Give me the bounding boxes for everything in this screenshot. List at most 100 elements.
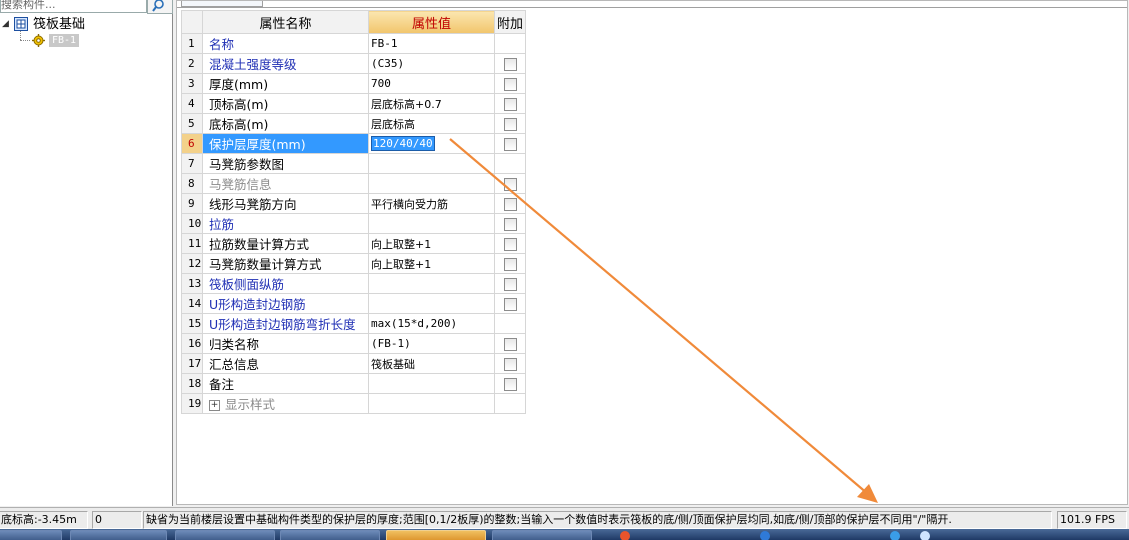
- header-attach[interactable]: 附加: [494, 10, 526, 34]
- table-row[interactable]: 17 汇总信息 筏板基础: [181, 353, 526, 374]
- table-row[interactable]: 16 归类名称 (FB-1): [181, 333, 526, 354]
- status-hint: 缺省为当前楼层设置中基础构件类型的保护层的厚度;范围[0,1/2板厚)的整数;当…: [143, 511, 1052, 529]
- property-value[interactable]: (FB-1): [368, 333, 495, 354]
- property-value-editor[interactable]: 120/40/40: [368, 133, 495, 154]
- property-name: 马凳筋信息: [202, 173, 369, 194]
- taskbar-button[interactable]: [280, 530, 380, 540]
- expand-plus-icon[interactable]: +: [209, 400, 220, 411]
- property-name: 厚度(mm): [202, 73, 369, 94]
- attach-cell: [494, 253, 526, 274]
- row-number: 10: [181, 213, 203, 234]
- tree-item-fb-1[interactable]: FB-1: [49, 34, 80, 47]
- property-name: 拉筋: [202, 213, 369, 234]
- attach-cell: [494, 313, 526, 334]
- tray-app-icon[interactable]: [920, 531, 930, 540]
- table-row[interactable]: 14 U形构造封边钢筋: [181, 293, 526, 314]
- property-value[interactable]: (C35): [368, 53, 495, 74]
- taskbar-button-active[interactable]: [386, 530, 486, 540]
- attach-checkbox[interactable]: [503, 77, 517, 91]
- attach-cell: [494, 33, 526, 54]
- table-row[interactable]: 10 拉筋: [181, 213, 526, 234]
- tray-app-icon[interactable]: [620, 531, 630, 540]
- table-row[interactable]: 7 马凳筋参数图: [181, 153, 526, 174]
- taskbar-button[interactable]: [492, 530, 592, 540]
- status-value: 0: [92, 511, 142, 529]
- table-row[interactable]: 19 + 显示样式: [181, 393, 526, 414]
- table-row[interactable]: 4 顶标高(m) 层底标高+0.7: [181, 93, 526, 114]
- property-value[interactable]: [368, 293, 495, 314]
- tray-app-icon[interactable]: [760, 531, 770, 540]
- property-value[interactable]: 向上取整+1: [368, 253, 495, 274]
- property-value[interactable]: [368, 173, 495, 194]
- property-value[interactable]: 层底标高: [368, 113, 495, 134]
- table-row[interactable]: 9 线形马凳筋方向 平行横向受力筋: [181, 193, 526, 214]
- table-row[interactable]: 13 筏板侧面纵筋: [181, 273, 526, 294]
- property-name: + 显示样式: [202, 393, 369, 414]
- tree-connector-line: [20, 40, 30, 42]
- component-search-input[interactable]: 搜索构件...: [0, 0, 147, 13]
- header-property-name[interactable]: 属性名称: [202, 10, 369, 34]
- property-name: U形构造封边钢筋: [202, 293, 369, 314]
- property-value[interactable]: [368, 393, 495, 414]
- table-row[interactable]: 8 马凳筋信息: [181, 173, 526, 194]
- attach-checkbox[interactable]: [503, 117, 517, 131]
- tray-app-icon[interactable]: [890, 531, 900, 540]
- property-value[interactable]: 筏板基础: [368, 353, 495, 374]
- attach-checkbox[interactable]: [503, 297, 517, 311]
- table-row[interactable]: 11 拉筋数量计算方式 向上取整+1: [181, 233, 526, 254]
- table-row[interactable]: 2 混凝土强度等级 (C35): [181, 53, 526, 74]
- selected-value-text[interactable]: 120/40/40: [371, 136, 435, 151]
- tab-properties[interactable]: [181, 1, 263, 7]
- attach-cell: [494, 193, 526, 214]
- tree-root-raft-foundation[interactable]: 筏板基础: [33, 17, 85, 32]
- property-value[interactable]: [368, 273, 495, 294]
- attach-checkbox[interactable]: [503, 357, 517, 371]
- row-number: 4: [181, 93, 203, 114]
- taskbar-button[interactable]: [70, 530, 167, 540]
- row-number: 18: [181, 373, 203, 394]
- attach-checkbox[interactable]: [503, 57, 517, 71]
- property-value[interactable]: 层底标高+0.7: [368, 93, 495, 114]
- table-row[interactable]: 18 备注: [181, 373, 526, 394]
- attach-cell: [494, 213, 526, 234]
- attach-checkbox[interactable]: [503, 377, 517, 391]
- row-number: 9: [181, 193, 203, 214]
- attach-checkbox[interactable]: [503, 177, 517, 191]
- table-row[interactable]: 15 U形构造封边钢筋弯折长度 max(15*d,200): [181, 313, 526, 334]
- attach-checkbox[interactable]: [503, 217, 517, 231]
- tree-collapse-toggle[interactable]: ◢: [2, 19, 12, 29]
- table-row[interactable]: 1 名称 FB-1: [181, 33, 526, 54]
- property-name: 保护层厚度(mm): [202, 133, 369, 154]
- property-value[interactable]: [368, 153, 495, 174]
- property-name: 拉筋数量计算方式: [202, 233, 369, 254]
- row-number: 19: [181, 393, 203, 414]
- property-value[interactable]: [368, 373, 495, 394]
- table-row[interactable]: 3 厚度(mm) 700: [181, 73, 526, 94]
- property-value[interactable]: 700: [368, 73, 495, 94]
- property-value[interactable]: max(15*d,200): [368, 313, 495, 334]
- table-row[interactable]: 5 底标高(m) 层底标高: [181, 113, 526, 134]
- status-fps: 101.9 FPS: [1057, 511, 1127, 529]
- property-value[interactable]: 向上取整+1: [368, 233, 495, 254]
- attach-checkbox[interactable]: [503, 97, 517, 111]
- attach-cell: [494, 153, 526, 174]
- property-value[interactable]: FB-1: [368, 33, 495, 54]
- attach-cell: [494, 73, 526, 94]
- search-button[interactable]: [147, 0, 173, 14]
- attach-checkbox[interactable]: [503, 277, 517, 291]
- property-value[interactable]: [368, 213, 495, 234]
- header-property-value[interactable]: 属性值: [368, 10, 495, 34]
- attach-cell: [494, 173, 526, 194]
- taskbar-button[interactable]: [175, 530, 275, 540]
- attach-checkbox[interactable]: [503, 237, 517, 251]
- taskbar-button[interactable]: [0, 530, 62, 540]
- row-number: 5: [181, 113, 203, 134]
- tree-connector-line: [20, 31, 22, 40]
- attach-checkbox[interactable]: [503, 257, 517, 271]
- attach-checkbox[interactable]: [503, 197, 517, 211]
- table-row-selected[interactable]: 6 保护层厚度(mm) 120/40/40: [181, 133, 526, 154]
- attach-checkbox[interactable]: [503, 137, 517, 151]
- property-value[interactable]: 平行横向受力筋: [368, 193, 495, 214]
- table-row[interactable]: 12 马凳筋数量计算方式 向上取整+1: [181, 253, 526, 274]
- attach-checkbox[interactable]: [503, 337, 517, 351]
